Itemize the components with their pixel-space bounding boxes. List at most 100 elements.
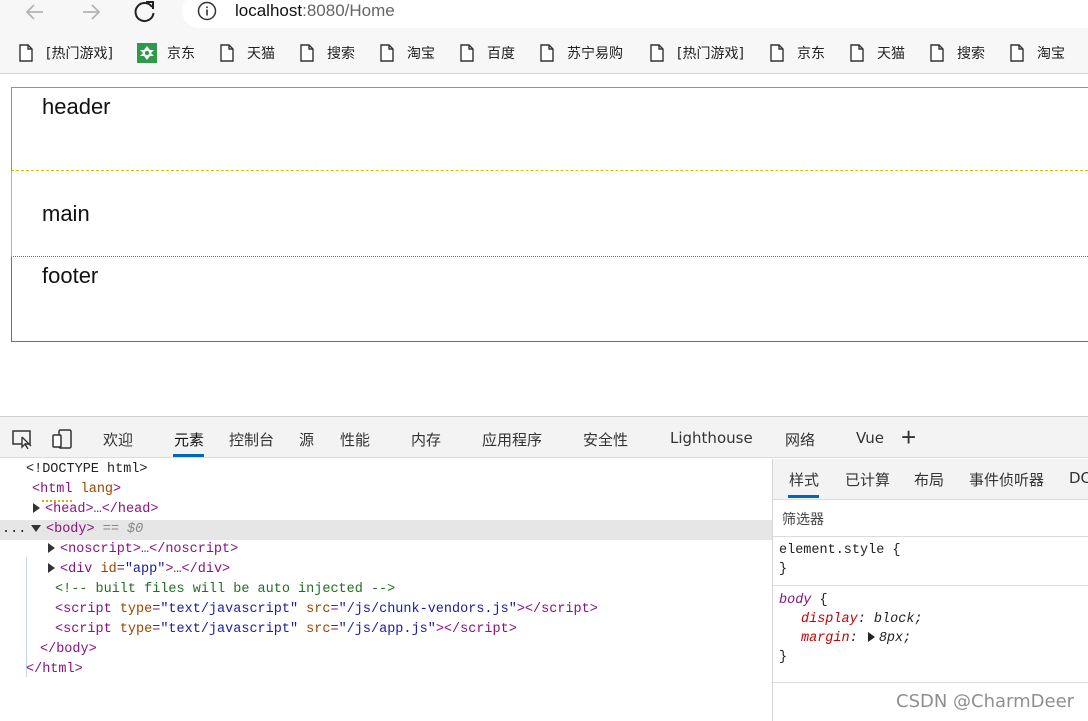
dom-node-div-app[interactable]: <div id="app">…</div> (0, 560, 772, 580)
devtools-tab[interactable]: Lighthouse (670, 429, 753, 447)
dom-node-noscript[interactable]: <noscript>…</noscript> (0, 540, 772, 560)
reload-button[interactable] (131, 0, 159, 24)
page-icon (459, 43, 475, 63)
devtools-toolbar: 欢迎 元素 控制台 源 性能 内存 应用程序 安全性 Lighthouse 网络 Vue + (0, 417, 1088, 458)
dom-node-body[interactable]: ... <body> == $0 (0, 520, 772, 540)
devtools-tab[interactable]: 安全性 (583, 429, 628, 450)
expand-shorthand-icon[interactable] (867, 632, 875, 643)
bookmark-label: 苏宁易购 (567, 46, 623, 62)
page-icon (539, 43, 555, 63)
devtools-tab[interactable]: 源 (299, 429, 314, 450)
forward-button[interactable] (77, 0, 105, 24)
bookmark-item[interactable]: 天猫 (849, 42, 905, 64)
bookmark-item[interactable]: [热门游戏] (649, 42, 744, 64)
jd-icon (137, 43, 157, 63)
browser-nav-bar: localhost:8080/Home (0, 0, 1088, 32)
id-attr-value: "app" (124, 562, 166, 577)
dom-node-script-vendors[interactable]: <script type="text/javascript" src="/js/… (0, 600, 772, 620)
devtools-tab[interactable]: 内存 (411, 429, 441, 450)
bookmark-label: 淘宝 (407, 46, 435, 62)
prop-value: 8px; (878, 631, 912, 646)
expand-triangle-icon[interactable] (48, 543, 55, 554)
styles-tabs: 样式 已计算 布局 事件侦听器 DC (773, 459, 1088, 500)
bookmark-label: [热门游戏] (46, 46, 113, 62)
styles-subtab[interactable]: 样式 (789, 469, 819, 490)
dom-node-head[interactable]: <head>…</head> (0, 500, 772, 520)
src-attr-value[interactable]: "/js/app.js" (339, 622, 436, 637)
devtools-tab[interactable]: Vue (856, 429, 884, 447)
prop-value: block; (873, 612, 923, 627)
watermark-text: CSDN @CharmDeer (896, 691, 1075, 712)
devtools-tab[interactable]: 控制台 (229, 429, 274, 450)
styles-subtab[interactable]: 布局 (914, 469, 944, 490)
bookmark-item[interactable]: [热门游戏] (18, 42, 113, 64)
expand-triangle-icon[interactable] (33, 503, 40, 514)
dom-node-comment[interactable]: <!-- built files will be auto injected -… (0, 580, 772, 600)
bookmark-item[interactable]: 百度 (459, 42, 515, 64)
url-text[interactable]: localhost:8080/Home (235, 0, 395, 22)
body-selector: body (779, 593, 812, 608)
page-icon (379, 43, 395, 63)
style-declaration-display[interactable]: display: block; (779, 610, 1088, 629)
styles-subtab[interactable]: DC (1069, 469, 1088, 487)
body-close-tag: </body> (40, 642, 97, 657)
bookmark-item[interactable]: 搜索 (929, 42, 985, 64)
active-tab-indicator (173, 454, 204, 457)
styles-subtab[interactable]: 已计算 (845, 469, 890, 490)
style-declaration-margin[interactable]: margin: 8px; (779, 629, 1088, 648)
head-tag: <head>…</head> (45, 502, 159, 517)
dom-tree[interactable]: <!DOCTYPE html> <html lang> <head>…</hea… (0, 459, 772, 721)
bookmark-label: 搜索 (327, 46, 355, 62)
src-attr-value[interactable]: "/js/chunk-vendors.js" (339, 602, 517, 617)
dom-node-script-app[interactable]: <script type="text/javascript" src="/js/… (0, 620, 772, 640)
arrow-left-icon (25, 4, 43, 20)
header-text: header (42, 94, 111, 119)
main-text: main (42, 201, 90, 226)
bookmark-item[interactable]: 苏宁易购 (539, 42, 623, 64)
page-icon (929, 43, 945, 63)
lang-attr: lang (80, 482, 114, 497)
devtools-tab[interactable]: 网络 (785, 429, 815, 450)
filter-input[interactable]: 筛选器 (782, 509, 824, 529)
bookmark-item[interactable]: 淘宝 (1009, 42, 1065, 64)
dom-node-html-close[interactable]: </html> (0, 660, 772, 680)
body-tag: <body> (46, 522, 95, 537)
styles-subtab[interactable]: 事件侦听器 (969, 469, 1044, 490)
bookmark-label: 天猫 (247, 46, 275, 62)
url-path: :8080/Home (302, 1, 395, 20)
expand-triangle-icon[interactable] (48, 563, 55, 574)
page-viewport: header main footer (0, 75, 1088, 416)
bookmark-label: 天猫 (877, 46, 905, 62)
element-style-rule[interactable]: element.style { } (773, 541, 1088, 586)
device-emulation-icon[interactable] (51, 429, 75, 449)
devtools-tab[interactable]: 应用程序 (482, 429, 542, 450)
bookmark-item[interactable]: 搜索 (299, 42, 355, 64)
close-brace: } (779, 562, 788, 577)
devtools-panel: 欢迎 元素 控制台 源 性能 内存 应用程序 安全性 Lighthouse 网络 Vue + <!D… (0, 416, 1088, 721)
reload-icon (134, 1, 155, 22)
div-tag: <div (60, 562, 101, 577)
dom-node-html[interactable]: <html lang> (0, 480, 772, 500)
devtools-tab[interactable]: 元素 (174, 429, 204, 450)
add-tab-button[interactable]: + (901, 424, 916, 450)
devtools-tab[interactable]: 欢迎 (103, 429, 133, 450)
dom-node-doctype[interactable]: <!DOCTYPE html> (0, 460, 772, 480)
info-icon[interactable] (197, 1, 217, 21)
bookmark-item[interactable]: 京东 (137, 42, 195, 64)
bookmark-item[interactable]: 天猫 (219, 42, 275, 64)
back-button[interactable] (21, 0, 49, 24)
inspect-element-icon[interactable] (11, 429, 35, 449)
page-icon (219, 43, 235, 63)
comment-text: <!-- built files will be auto injected -… (55, 582, 396, 597)
styles-pane: 样式 已计算 布局 事件侦听器 DC 筛选器 element.style { } bod… (772, 459, 1088, 721)
bookmark-item[interactable]: 淘宝 (379, 42, 435, 64)
page-icon (849, 43, 865, 63)
address-bar[interactable]: localhost:8080/Home (182, 0, 1088, 28)
dom-node-body-close[interactable]: </body> (0, 640, 772, 660)
collapse-triangle-icon[interactable] (31, 524, 41, 532)
bookmark-item[interactable]: 京东 (769, 42, 825, 64)
doctype-text: <!DOCTYPE html> (26, 462, 148, 477)
devtools-tab[interactable]: 性能 (340, 429, 370, 450)
node-menu-ellipsis[interactable]: ... (0, 520, 31, 540)
body-style-rule[interactable]: body { display: block; margin: 8px; } (773, 587, 1088, 683)
